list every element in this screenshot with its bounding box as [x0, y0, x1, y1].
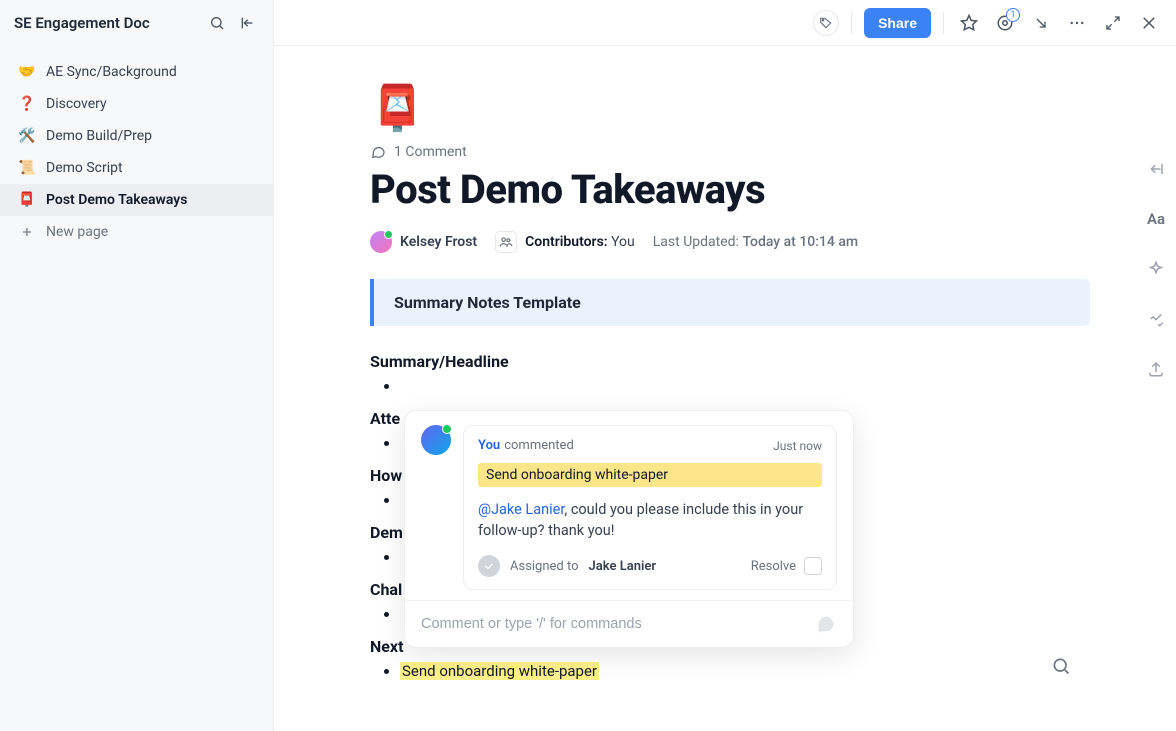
callout-block[interactable]: Summary Notes Template [370, 279, 1090, 326]
more-icon[interactable] [1064, 10, 1090, 36]
tools-icon: 🛠️ [18, 128, 36, 144]
download-icon[interactable] [1028, 10, 1054, 36]
check-circle-icon[interactable] [478, 555, 500, 577]
page-title[interactable]: Post Demo Takeaways [370, 166, 1090, 213]
updated-label: Last Updated: [653, 234, 739, 250]
mailbox-icon: 📮 [370, 86, 425, 130]
mention[interactable]: @Jake Lanier [478, 501, 564, 518]
assignment-row: Assigned to Jake Lanier Resolve [478, 555, 822, 577]
comment-card: You commented Just now Send onboarding w… [463, 425, 837, 590]
comment-input-row [405, 600, 853, 647]
close-icon[interactable] [1136, 10, 1162, 36]
comment-author: You [478, 438, 500, 453]
assigned-label: Assigned to [510, 559, 579, 574]
topbar: Share 1 [274, 0, 1176, 46]
question-icon: ❓ [18, 96, 36, 112]
sidebar-item-label: AE Sync/Background [46, 64, 177, 80]
send-icon[interactable] [815, 613, 837, 635]
scroll-icon: 📜 [18, 160, 36, 176]
comment-time: Just now [773, 439, 822, 453]
comment-icon [370, 144, 386, 160]
contributors-chip[interactable]: Contributors: You [495, 231, 635, 253]
settings-spark-icon[interactable] [1143, 306, 1169, 332]
indent-icon[interactable] [1143, 156, 1169, 182]
sidebar-item-discovery[interactable]: ❓ Discovery [0, 88, 273, 120]
resolve-button[interactable]: Resolve [751, 557, 822, 575]
highlighted-text: Send onboarding white-paper [400, 662, 599, 680]
contributors-value: You [611, 234, 635, 250]
sidebar-item-demo-build[interactable]: 🛠️ Demo Build/Prep [0, 120, 273, 152]
sidebar-item-post-demo[interactable]: 📮 Post Demo Takeaways [0, 184, 273, 216]
comment-verb: commented [504, 438, 574, 453]
comment-count-row[interactable]: 1 Comment [370, 144, 1090, 160]
quoted-text: Send onboarding white-paper [478, 463, 822, 487]
collapse-sidebar-icon[interactable] [235, 11, 259, 35]
popover-body: You commented Just now Send onboarding w… [405, 411, 853, 600]
resolve-checkbox[interactable] [804, 557, 822, 575]
avatar [421, 425, 451, 455]
sidebar-item-label: Demo Script [46, 160, 123, 176]
favorite-icon[interactable] [956, 10, 982, 36]
author-name: Kelsey Frost [400, 234, 477, 250]
right-rail: Aa [1136, 46, 1176, 731]
sidebar-item-label: Post Demo Takeaways [46, 192, 187, 208]
divider [943, 12, 944, 34]
upload-icon[interactable] [1143, 356, 1169, 382]
ai-icon[interactable] [1143, 256, 1169, 282]
notification-badge: 1 [1006, 8, 1020, 22]
assigned-name: Jake Lanier [589, 559, 657, 574]
last-updated: Last Updated: Today at 10:14 am [653, 234, 858, 250]
resolve-label: Resolve [751, 559, 796, 574]
tags-icon[interactable] [813, 10, 839, 36]
comment-count-label: 1 Comment [394, 144, 467, 160]
comment-message: @Jake Lanier, could you please include t… [478, 499, 822, 541]
sidebar-item-ae-sync[interactable]: 🤝 AE Sync/Background [0, 56, 273, 88]
page-emoji[interactable]: 📮 [370, 86, 1090, 130]
new-page-label: New page [46, 224, 108, 240]
mailbox-icon: 📮 [18, 192, 36, 208]
list-item[interactable] [400, 377, 1090, 395]
doc-workspace-title: SE Engagement Doc [14, 14, 205, 32]
sidebar-nav: 🤝 AE Sync/Background ❓ Discovery 🛠️ Demo… [0, 46, 273, 248]
comment-header: You commented Just now [478, 438, 822, 453]
comment-popover: You commented Just now Send onboarding w… [404, 410, 854, 648]
sidebar: SE Engagement Doc 🤝 AE Sync/Background ❓… [0, 0, 274, 731]
new-page-button[interactable]: New page [0, 216, 273, 248]
handshake-icon: 🤝 [18, 64, 36, 80]
comment-input[interactable] [421, 616, 815, 632]
share-button[interactable]: Share [864, 8, 931, 38]
search-icon[interactable] [205, 11, 229, 35]
notifications-icon[interactable]: 1 [992, 10, 1018, 36]
section-heading[interactable]: Summary/Headline [370, 352, 1090, 371]
page-search-icon[interactable] [1046, 651, 1076, 681]
updated-value: Today at 10:14 am [742, 234, 858, 250]
people-icon [495, 231, 517, 253]
sidebar-item-label: Discovery [46, 96, 107, 112]
text-style-icon[interactable]: Aa [1143, 206, 1169, 232]
sidebar-item-demo-script[interactable]: 📜 Demo Script [0, 152, 273, 184]
list-item[interactable]: Send onboarding white-paper [400, 662, 1090, 680]
avatar [370, 231, 392, 253]
sidebar-header: SE Engagement Doc [0, 0, 273, 46]
author-chip[interactable]: Kelsey Frost [370, 231, 477, 253]
sidebar-item-label: Demo Build/Prep [46, 128, 152, 144]
contributors-label: Contributors: [525, 234, 607, 250]
expand-icon[interactable] [1100, 10, 1126, 36]
meta-row: Kelsey Frost Contributors: You Last Upda… [370, 231, 1090, 253]
plus-icon [18, 223, 36, 241]
divider [851, 12, 852, 34]
